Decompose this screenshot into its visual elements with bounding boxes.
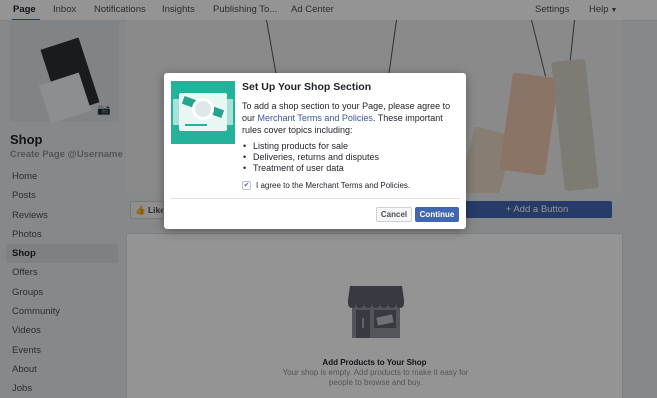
dialog-title: Set Up Your Shop Section <box>242 81 372 93</box>
watch-icon <box>192 98 214 120</box>
checkmark-icon: ✔ <box>243 182 250 189</box>
list-item: Deliveries, returns and disputes <box>242 152 460 163</box>
illustration-line <box>185 124 207 126</box>
list-item: Listing products for sale <box>242 141 460 152</box>
dialog-body-text: To add a shop section to your Page, plea… <box>242 100 460 136</box>
cancel-button[interactable]: Cancel <box>376 207 412 222</box>
setup-shop-dialog: Set Up Your Shop Section To add a shop s… <box>164 73 466 229</box>
dialog-divider <box>170 198 460 199</box>
policy-topics-list: Listing products for sale Deliveries, re… <box>242 141 460 174</box>
list-item: Treatment of user data <box>242 163 460 174</box>
agree-terms-checkbox[interactable]: ✔ <box>242 181 251 190</box>
agree-terms-label[interactable]: I agree to the Merchant Terms and Polici… <box>256 181 410 190</box>
watch-product-illustration <box>171 81 235 144</box>
merchant-terms-link[interactable]: Merchant Terms and Policies <box>258 113 373 123</box>
continue-button[interactable]: Continue <box>415 207 459 222</box>
